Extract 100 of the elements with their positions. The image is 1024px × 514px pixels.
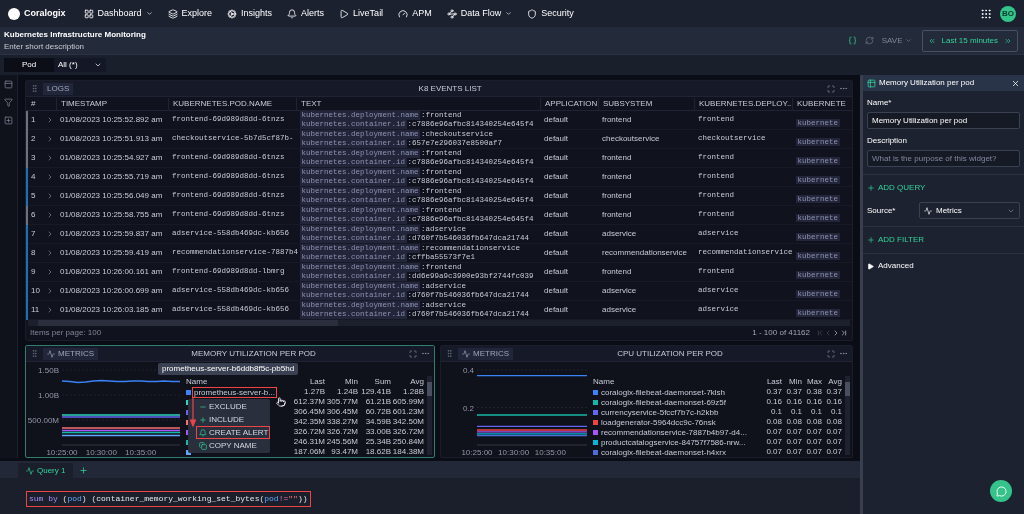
- add-icon[interactable]: [4, 115, 13, 125]
- menu-item[interactable]: CREATE ALERT: [196, 426, 270, 439]
- caret-icon: [867, 262, 874, 270]
- scrollbar[interactable]: [427, 376, 432, 455]
- metrics-icon: [47, 349, 55, 358]
- axis-tick-label: 10:35:00: [125, 448, 157, 457]
- query-tab[interactable]: Query 1: [18, 463, 74, 478]
- axis-tick-label: 10:30:00: [85, 448, 117, 457]
- column-header[interactable]: KUBERNETES.POD.NAME: [168, 97, 296, 110]
- legend-value: 0.16: [785, 396, 802, 408]
- nav-item[interactable]: Dashboard: [83, 6, 153, 21]
- user-avatar[interactable]: BO: [1000, 5, 1016, 22]
- more-icon[interactable]: [839, 84, 848, 93]
- column-header[interactable]: TIMESTAMP: [56, 97, 168, 110]
- copy-icon: [199, 441, 207, 450]
- more-icon[interactable]: [421, 349, 430, 358]
- legend-value: 0.37: [785, 386, 802, 398]
- legend-name[interactable]: recommendationservice-7887b4b97-d4...: [600, 427, 748, 437]
- table-cell-text: recommendationservice: [601, 247, 688, 259]
- legend-name[interactable]: coralogix-filebeat-daemonset-7klsh: [600, 387, 727, 397]
- table-cell-text: 01/08/2023 10:25:58.755 am: [59, 209, 164, 221]
- expand-icon[interactable]: [827, 84, 835, 93]
- widget-icon[interactable]: [4, 79, 13, 89]
- column-header[interactable]: KUBERNETES.DEPLOY...: [694, 97, 792, 110]
- row-number: 9: [30, 266, 37, 278]
- legend-name[interactable]: coralogix-filebeat-daemonset-69z5f: [600, 397, 727, 407]
- legend-header: Sum: [373, 375, 391, 388]
- table-cell-text: 01/08/2023 10:25:59.419 am: [59, 247, 164, 259]
- filter-select[interactable]: All (*): [54, 58, 106, 72]
- expand-icon[interactable]: [409, 349, 417, 358]
- widget-title: CPU UTILIZATION PER POD: [616, 347, 724, 360]
- advanced-toggle[interactable]: Advanced: [867, 260, 914, 272]
- row-number: 2: [30, 133, 37, 145]
- legend-name[interactable]: currencyservice-5fccf7b7c-h2kbb: [600, 407, 720, 417]
- nav-item[interactable]: Insights: [227, 6, 273, 21]
- legend-name[interactable]: coralogix-filebeat-daemonset-h4xrx: [600, 447, 727, 457]
- table-cell-text: frontend: [601, 266, 633, 278]
- nav-item[interactable]: Data Flow: [446, 6, 513, 21]
- brand-name[interactable]: Coralogix: [24, 6, 66, 21]
- scrollbar[interactable]: [845, 376, 850, 455]
- table-cell-text: frontend: [601, 209, 633, 221]
- table-cell-text: frontend: [601, 152, 633, 164]
- filter-label: Pod: [20, 59, 38, 71]
- source-select[interactable]: Metrics: [919, 202, 1020, 219]
- drag-handle-icon[interactable]: [445, 349, 454, 358]
- expand-icon[interactable]: [827, 349, 835, 358]
- metrics-icon: [924, 206, 932, 215]
- table-row[interactable]: [26, 244, 852, 263]
- add-filter-button[interactable]: ADD FILTER: [867, 234, 925, 246]
- braces-icon[interactable]: [847, 36, 857, 45]
- table-cell-text: 01/08/2023 10:25:52.892 am: [59, 114, 164, 126]
- dashboard-description[interactable]: Enter short description: [4, 40, 146, 53]
- column-header[interactable]: APPLICATION: [540, 97, 598, 110]
- table-cell-text: default: [543, 171, 570, 183]
- gear-icon: [227, 8, 238, 19]
- caret-icon: [145, 10, 153, 17]
- row-number: 5: [30, 190, 37, 202]
- menu-item[interactable]: INCLUDE: [196, 413, 270, 426]
- legend-value: 0.08: [765, 416, 782, 428]
- next-page-icon[interactable]: [832, 329, 840, 337]
- column-header[interactable]: SUBSYSTEM: [598, 97, 694, 110]
- column-header[interactable]: TEXT: [296, 97, 540, 110]
- dashboard-title: Kubernetes Infrastructure Monitoring: [4, 28, 146, 41]
- nav-item[interactable]: Alerts: [287, 6, 325, 21]
- drag-handle-icon[interactable]: [30, 349, 39, 358]
- add-query-button[interactable]: ADD QUERY: [867, 182, 926, 194]
- time-range-picker[interactable]: Last 15 minutes: [921, 29, 1018, 52]
- legend-name[interactable]: productcatalogservice-84757f7586-nrw...: [600, 437, 747, 447]
- legend-value: 0.08: [805, 416, 822, 428]
- nav-item[interactable]: Security: [527, 6, 574, 21]
- legend-name[interactable]: prometheus-server-b...: [193, 387, 276, 397]
- widget-type-chip: METRICS: [43, 347, 98, 360]
- legend-value: 342.50M: [391, 416, 424, 428]
- close-icon[interactable]: [1011, 78, 1020, 88]
- items-per-page[interactable]: Items per page: 100: [30, 327, 102, 339]
- legend-value: 342.35M: [292, 416, 325, 428]
- query-code[interactable]: sum by (pod) (container_memory_working_set_bytes(pod!="")): [26, 491, 311, 507]
- horizontal-scrollbar[interactable]: [28, 320, 850, 326]
- nav-item[interactable]: Explore: [167, 6, 213, 21]
- legend-name[interactable]: loadgenerator-5964dcc9c-76nsk: [600, 417, 717, 427]
- last-page-icon[interactable]: [840, 329, 848, 337]
- menu-item[interactable]: EXCLUDE: [196, 400, 270, 413]
- apps-grid-icon[interactable]: [980, 7, 992, 20]
- name-field[interactable]: Memory Utilization per pod: [867, 112, 1020, 129]
- shield-icon: [527, 8, 538, 19]
- more-icon[interactable]: [839, 349, 848, 358]
- drag-handle-icon[interactable]: [30, 84, 39, 93]
- axis-tick-label: 10:30:00: [498, 448, 530, 457]
- filter-icon[interactable]: [4, 97, 13, 107]
- refresh-icon[interactable]: [864, 36, 874, 45]
- legend-header: Name: [593, 375, 616, 388]
- back-icon: [927, 36, 936, 45]
- legend-value: 0.07: [825, 426, 842, 438]
- nav-item[interactable]: APM: [398, 6, 432, 21]
- description-field[interactable]: What is the purpose of this widget?: [867, 150, 1020, 167]
- legend-header: Name: [186, 375, 209, 388]
- nav-item[interactable]: LiveTail: [339, 6, 384, 21]
- axis-tick-label: 0.4: [462, 366, 474, 375]
- table-cell-text: default: [543, 152, 570, 164]
- menu-item[interactable]: COPY NAME: [196, 439, 270, 452]
